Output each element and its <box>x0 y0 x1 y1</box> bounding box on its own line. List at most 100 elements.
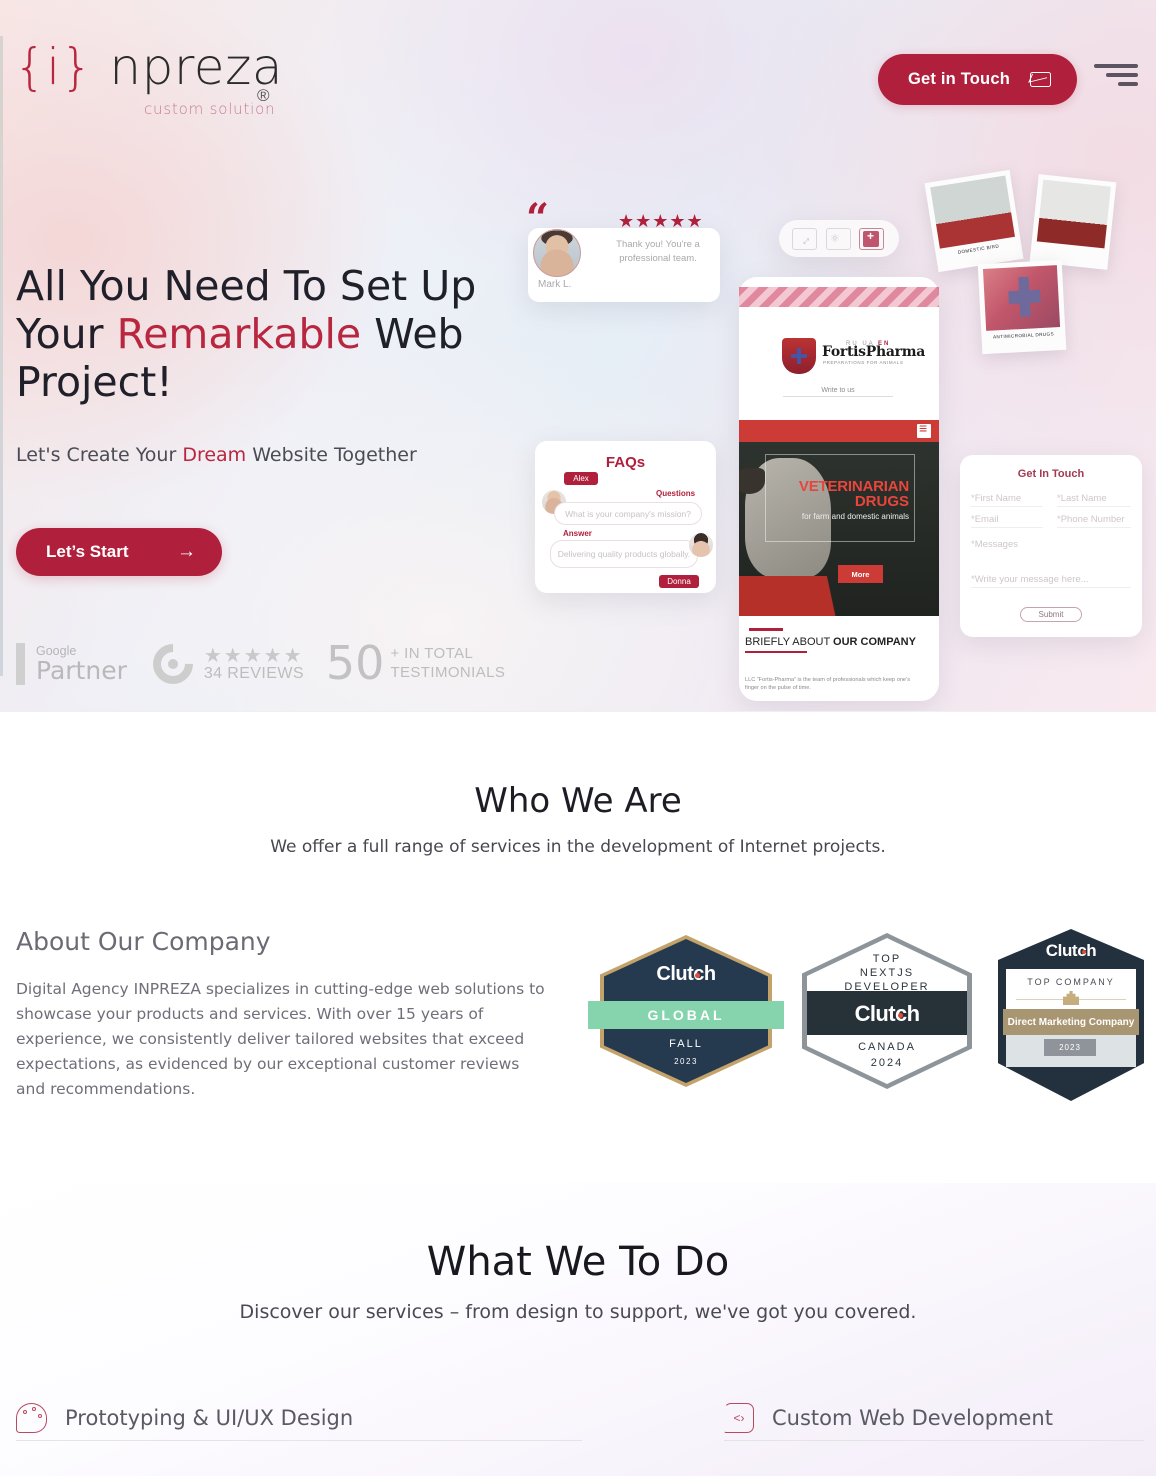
badge-year: 2023 <box>674 1057 698 1066</box>
clutch-dot-icon <box>898 1013 903 1018</box>
faq-answer-label: Answer <box>563 529 592 538</box>
faq-answerer-avatar <box>689 533 713 557</box>
burger-line <box>1118 82 1138 86</box>
clutch-reviews-count: 34 REVIEWS <box>203 665 304 682</box>
last-name-field[interactable]: *Last Name <box>1057 493 1131 507</box>
phone-about-a: BRIEFLY ABOUT <box>745 636 834 648</box>
phone-about-b: OUR COMPANY <box>833 636 916 648</box>
polaroid-card <box>1029 174 1117 270</box>
polaroid-card: ANTIMICROBIAL DRUGS <box>977 259 1067 355</box>
phone-about-body: LLC “Fortis-Pharma” is the team of profe… <box>745 677 910 691</box>
hero-subtitle-b: Website Together <box>246 444 417 466</box>
total-line-1: + IN TOTAL <box>390 645 474 663</box>
google-partner-bar <box>16 643 25 685</box>
clutch-stars: ★★★★★ <box>203 645 304 667</box>
logo-tagline: custom solution <box>144 100 276 118</box>
award-badges: Clutch GLOBAL FALL 2023 TOP NEXTJS DEVEL… <box>588 929 1144 1109</box>
tag-glyph: ⚛ <box>830 233 840 245</box>
hero-title-accent: Remarkable <box>116 310 362 358</box>
what-we-do-heading: What We To Do <box>426 1239 730 1285</box>
faq-title: FAQs <box>605 454 646 471</box>
fortispharma-shield-icon <box>782 338 816 374</box>
what-we-do-subheading: Discover our services – from design to s… <box>239 1301 917 1323</box>
phone-brand-name: FortisPharma <box>822 344 925 360</box>
testimonial-avatar <box>533 229 581 277</box>
hero-subtitle-accent: Dream <box>182 444 247 466</box>
hero-title-line3: Project! <box>16 358 173 406</box>
what-we-do-section: What We To Do Discover our services – fr… <box>0 1183 1156 1476</box>
about-company-heading: About Our Company <box>16 927 271 956</box>
submit-button[interactable]: Submit <box>1020 607 1082 622</box>
partner-label: Partner <box>36 656 127 686</box>
hero-title: All You Need To Set Up Your Remarkable W… <box>16 262 496 406</box>
badge-country: CANADA <box>858 1041 916 1053</box>
polaroid-caption: ANTIMICROBIAL DRUGS <box>992 331 1055 340</box>
service-item-web-development[interactable]: <› Custom Web Development <box>724 1395 1144 1441</box>
badge-brand: Clutch <box>854 1001 920 1026</box>
clutch-top-company-badge: Clutch TOP COMPANY Direct Marketing Comp… <box>998 929 1144 1101</box>
trust-bar: Google Partner ★★★★★ 34 REVIEWS 50 + IN … <box>16 635 505 693</box>
landing-page: {i} npreza ® custom solution Get in Touc… <box>0 0 1156 1476</box>
phone-hero-line3: for farm and domestic animals <box>801 512 909 521</box>
badge-brand: Clutch <box>1045 941 1097 960</box>
message-textarea[interactable]: *Write your message here... <box>971 574 1131 588</box>
clutch-reviews: ★★★★★ 34 REVIEWS <box>204 646 304 682</box>
clutch-logo-icon <box>144 635 202 693</box>
testimonial-author: Mark L. <box>538 279 572 290</box>
testimonial-total-label: + IN TOTAL TESTIMONIALS <box>390 645 505 683</box>
email-field[interactable]: *Email <box>971 514 1043 528</box>
first-name-field[interactable]: *First Name <box>971 493 1043 507</box>
faq-question-label: Questions <box>656 489 696 498</box>
badge-top-label: TOP COMPANY <box>1027 977 1115 987</box>
testimonial-text: Thank you! You're a professional team. <box>616 239 700 264</box>
phone-write-to-us-link[interactable]: Write to us <box>783 387 893 397</box>
clutch-global-badge: Clutch GLOBAL FALL 2023 <box>588 935 784 1087</box>
service-label: Custom Web Development <box>772 1405 1053 1430</box>
testimonial-count: 50 <box>325 636 385 691</box>
who-we-are-heading: Who We Are <box>474 781 682 821</box>
lets-start-button[interactable]: Let’s Start → <box>16 528 222 576</box>
badge-season: FALL <box>669 1038 703 1050</box>
lets-start-label: Let’s Start <box>46 542 129 561</box>
faq-asker-tag: Alex <box>564 472 598 485</box>
total-line-2: TESTIMONIALS <box>390 664 506 681</box>
google-partner-badge: Google Partner <box>36 645 127 684</box>
badge-category: Direct Marketing Company <box>1003 1009 1139 1035</box>
logo-text: {i} npreza <box>14 42 284 92</box>
hero-subtitle-a: Let's Create Your <box>16 444 183 466</box>
phone-brand-tagline: PREPARATIONS FOR ANIMALS <box>823 360 904 365</box>
medicine-bottle-glyph <box>863 229 879 247</box>
polaroid-photo <box>930 175 1015 249</box>
badge-year: 2024 <box>870 1057 904 1069</box>
logo-brace: {i} <box>14 38 94 96</box>
badge-brand: Clutch <box>656 963 716 985</box>
hero-title-line1: All You Need To Set Up <box>16 262 477 310</box>
hero-section: {i} npreza ® custom solution Get in Touc… <box>0 0 1156 712</box>
phone-field[interactable]: *Phone Number <box>1057 514 1131 528</box>
service-label: Prototyping & UI/UX Design <box>65 1405 354 1430</box>
code-brackets-icon: <› <box>724 1402 754 1433</box>
envelope-icon <box>1030 72 1051 87</box>
faq-answerer-tag: Donna <box>659 575 699 588</box>
badge-line-2: NEXTJS <box>859 967 915 979</box>
clutch-dot-icon <box>695 973 700 978</box>
who-we-are-section: Who We Are We offer a full range of serv… <box>0 713 1156 1183</box>
phone-menu-icon[interactable] <box>917 420 931 438</box>
polaroid-photo <box>982 265 1061 331</box>
site-logo[interactable]: {i} npreza ® custom solution <box>14 42 284 120</box>
hero-title-line2b: Web <box>361 310 464 358</box>
faq-answer-field[interactable]: Delivering quality products globally. <box>550 540 698 568</box>
about-company-body: Digital Agency INPREZA specializes in cu… <box>16 980 545 1098</box>
polaroid-photo <box>1036 179 1111 249</box>
phone-hero-line2: DRUGS <box>854 493 909 510</box>
who-we-are-subheading: We offer a full range of services in the… <box>270 837 886 857</box>
hamburger-menu-icon[interactable] <box>1094 64 1138 91</box>
burger-line <box>1106 73 1138 77</box>
faq-question-field[interactable]: What is your company's mission? <box>554 502 702 525</box>
get-in-touch-button[interactable]: Get in Touch <box>877 54 1077 105</box>
badge-year: 2023 <box>1044 1039 1096 1056</box>
phone-hero-banner: VETERINARIAN DRUGS for farm and domestic… <box>739 420 939 616</box>
palette-icon <box>16 1402 47 1433</box>
polaroid-card: DOMESTIC BIRD <box>924 169 1024 273</box>
service-item-prototyping[interactable]: Prototyping & UI/UX Design <box>16 1395 582 1441</box>
